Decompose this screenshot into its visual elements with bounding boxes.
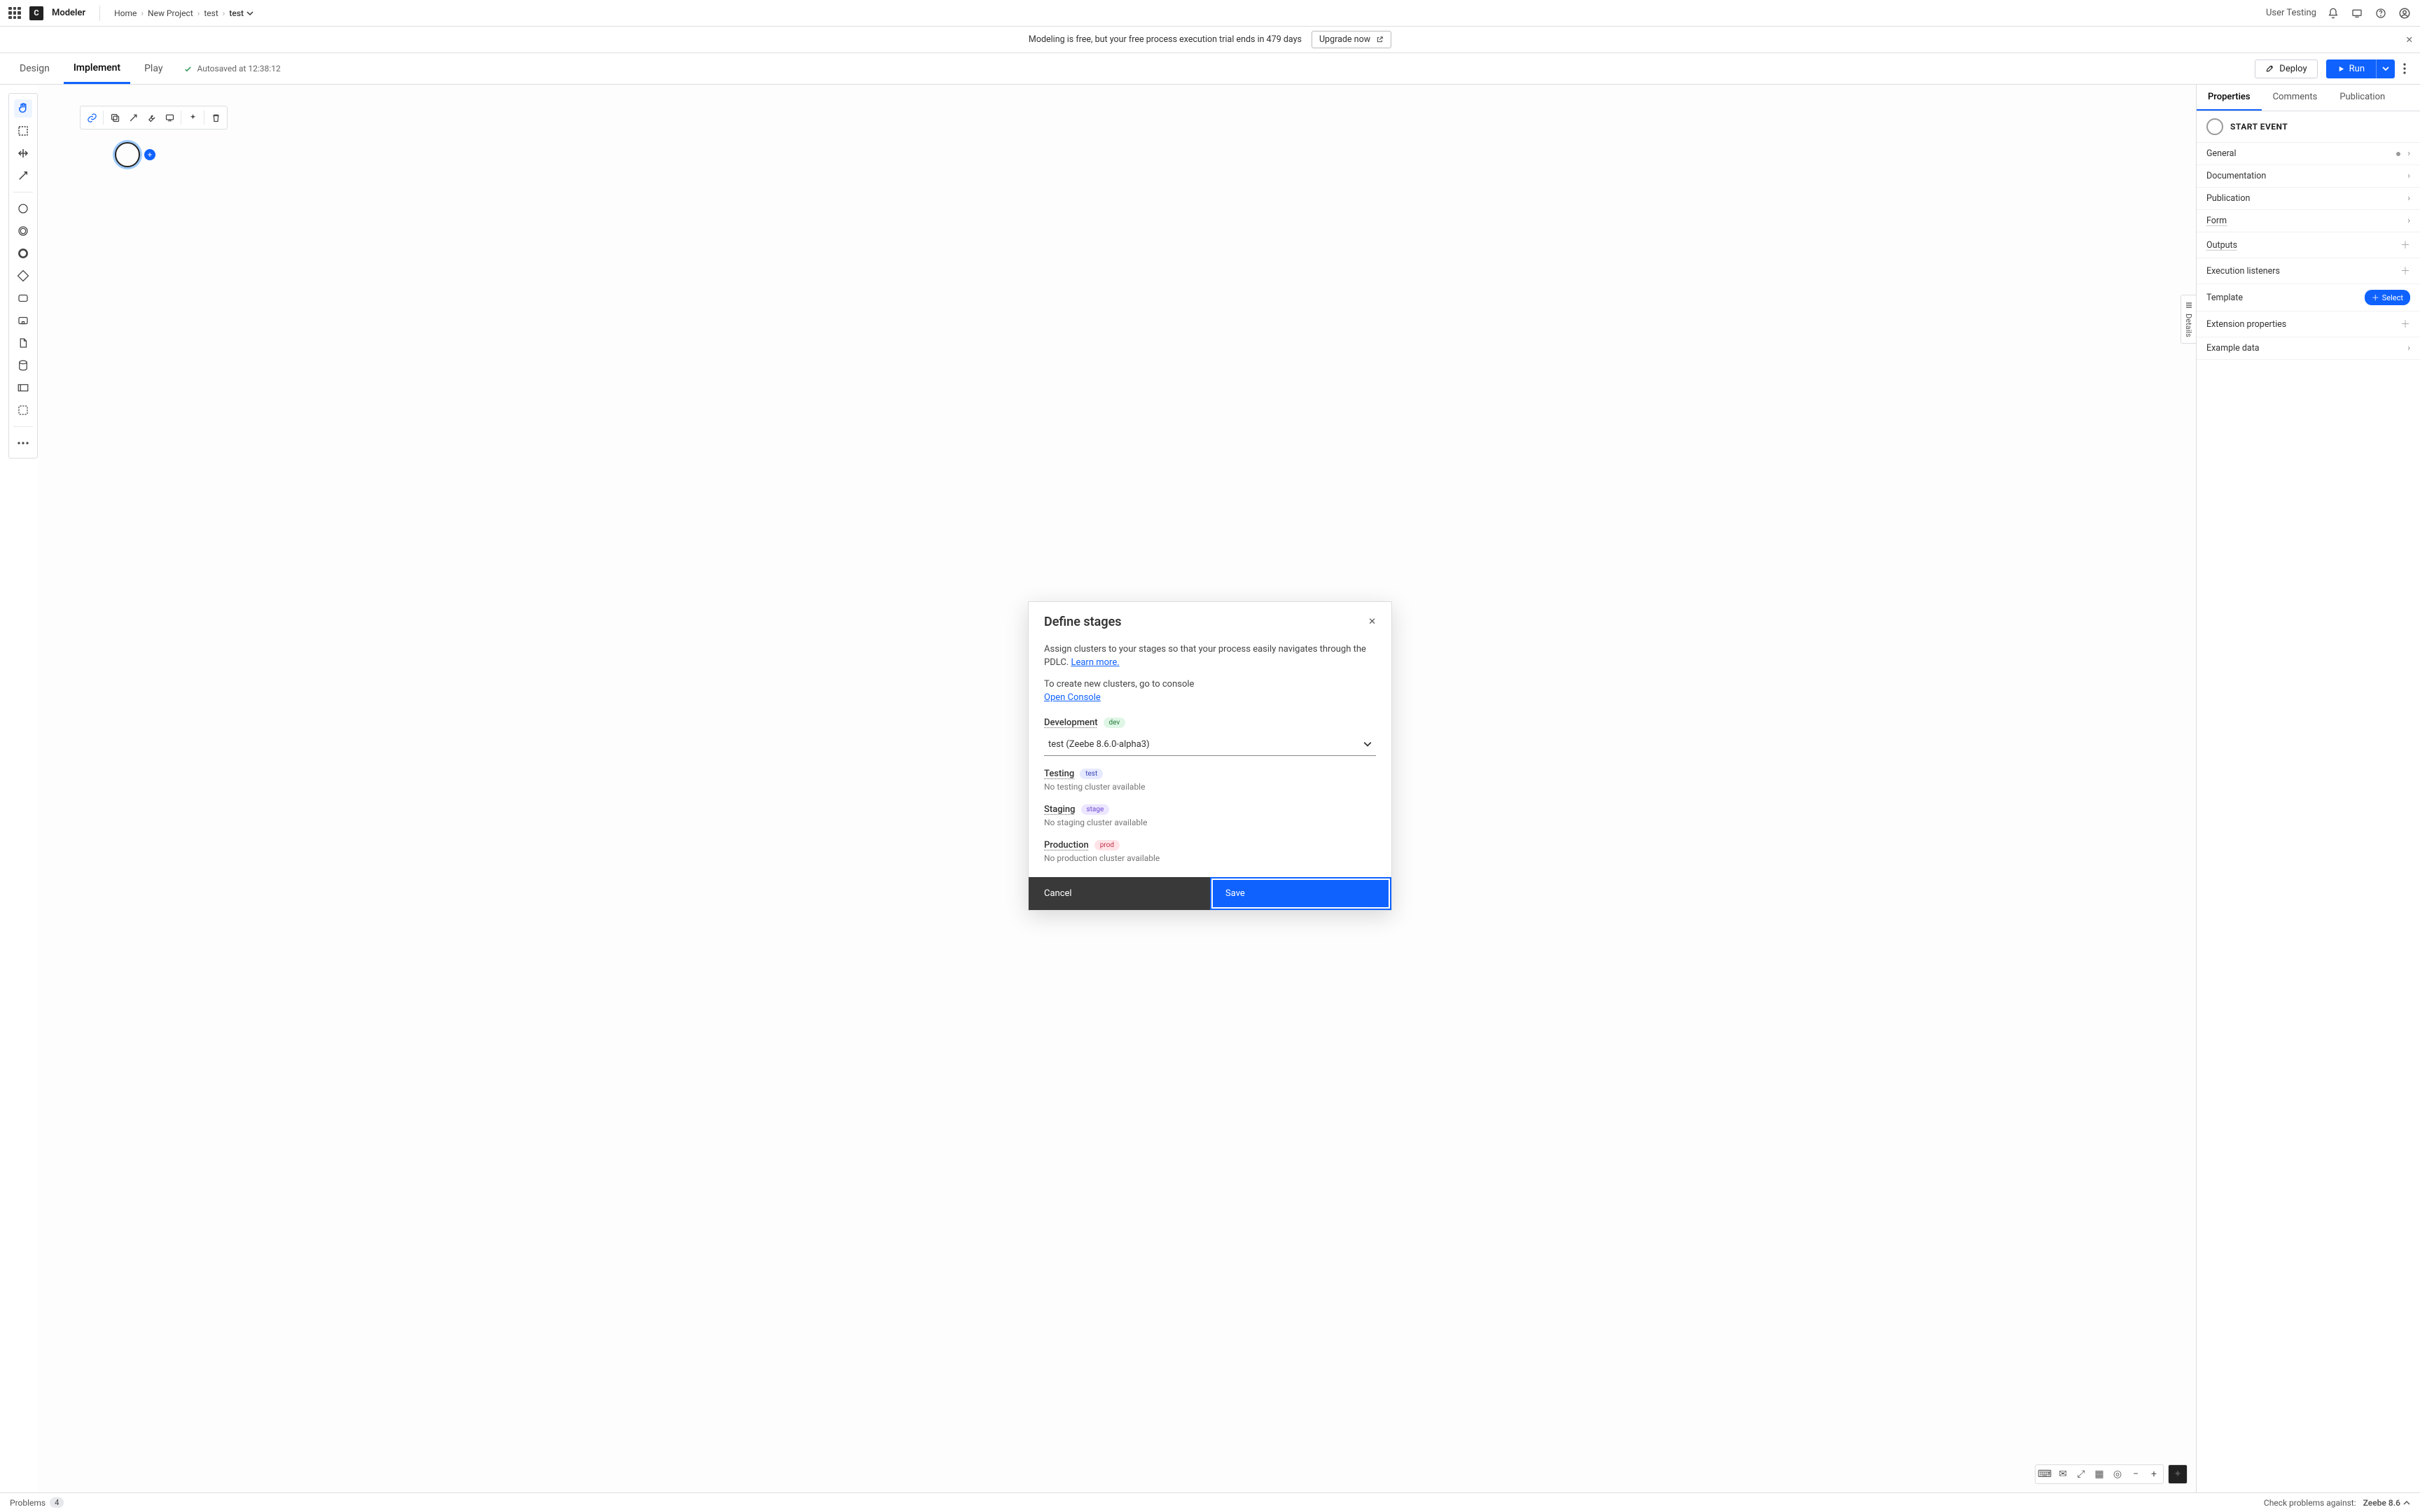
tag-dev: dev <box>1104 718 1126 728</box>
chevron-down-icon <box>1363 740 1372 748</box>
testing-no-cluster: No testing cluster available <box>1044 782 1376 792</box>
cancel-button[interactable]: Cancel <box>1029 877 1210 910</box>
learn-more-link[interactable]: Learn more. <box>1071 657 1119 668</box>
stage-testing-label: Testing <box>1044 769 1074 779</box>
close-icon[interactable]: ✕ <box>1368 617 1376 627</box>
tag-test: test <box>1080 769 1103 779</box>
tag-stage: stage <box>1081 804 1110 815</box>
development-cluster-select[interactable]: test (Zeebe 8.6.0-alpha3) <box>1044 734 1376 756</box>
modal-backdrop: Define stages ✕ Assign clusters to your … <box>0 0 2420 1512</box>
stage-development-label: Development <box>1044 718 1098 728</box>
tag-prod: prod <box>1094 840 1120 850</box>
development-cluster-value: test (Zeebe 8.6.0-alpha3) <box>1048 739 1150 750</box>
stage-staging-label: Staging <box>1044 804 1076 815</box>
modal-intro-b: To create new clusters, go to console <box>1044 679 1194 690</box>
production-no-cluster: No production cluster available <box>1044 853 1376 863</box>
save-button[interactable]: Save <box>1210 877 1391 910</box>
staging-no-cluster: No staging cluster available <box>1044 818 1376 827</box>
stage-production-label: Production <box>1044 840 1089 850</box>
define-stages-modal: Define stages ✕ Assign clusters to your … <box>1028 601 1392 910</box>
open-console-link[interactable]: Open Console <box>1044 692 1101 703</box>
modal-title: Define stages <box>1044 615 1122 629</box>
